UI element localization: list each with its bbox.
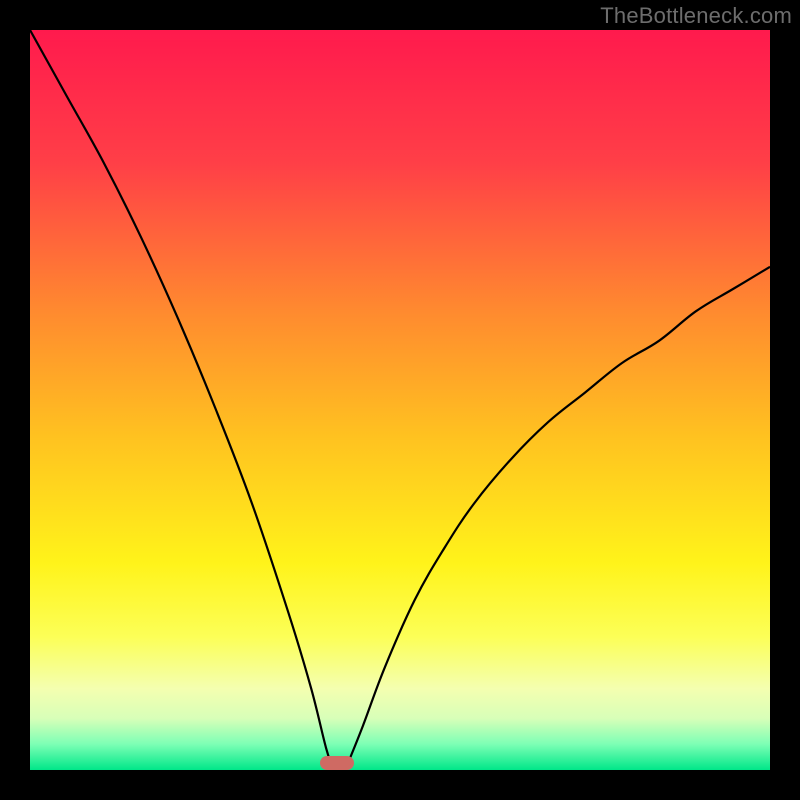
chart-frame: TheBottleneck.com <box>0 0 800 800</box>
bottleneck-curve <box>30 30 770 770</box>
plot-area <box>30 30 770 770</box>
minimum-marker <box>320 756 354 770</box>
watermark-text: TheBottleneck.com <box>600 3 792 29</box>
curve-right-branch <box>348 267 770 763</box>
curve-left-branch <box>30 30 333 770</box>
